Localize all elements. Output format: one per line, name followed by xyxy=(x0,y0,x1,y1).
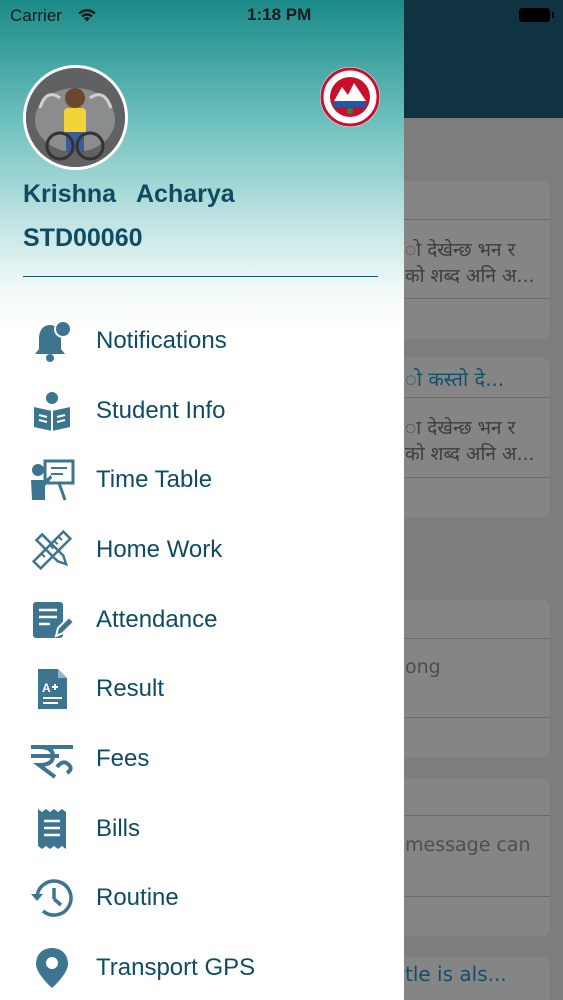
background-card-text: को शब्द अनि अ... xyxy=(405,265,535,287)
school-emblem-logo xyxy=(320,67,380,127)
user-name: Krishna Acharya xyxy=(23,180,235,208)
menu-item-fees[interactable]: Fees xyxy=(0,724,404,794)
history-clock-icon xyxy=(28,874,76,922)
background-card-text: ो देखेन्छ भन र xyxy=(405,239,516,261)
menu-item-result[interactable]: A Result xyxy=(0,654,404,724)
grade-document-icon: A xyxy=(28,665,76,713)
rupee-icon xyxy=(28,735,76,783)
menu-item-routine[interactable]: Routine xyxy=(0,864,404,934)
location-pin-icon xyxy=(28,944,76,992)
teacher-board-icon xyxy=(28,456,76,504)
background-card-text: को शब्द अनि अ... xyxy=(405,443,535,465)
menu-item-time-table[interactable]: Time Table xyxy=(0,445,404,515)
menu-item-label: Transport GPS xyxy=(96,954,256,982)
receipt-icon xyxy=(28,805,76,853)
menu-item-label: Bills xyxy=(96,814,141,842)
student-reading-icon xyxy=(28,387,76,435)
menu-item-student-info[interactable]: Student Info xyxy=(0,376,404,446)
menu-item-label: Student Info xyxy=(96,396,226,424)
background-divider xyxy=(380,896,550,897)
menu-item-label: Home Work xyxy=(96,535,223,563)
background-card-text: message can xyxy=(405,834,531,856)
menu-item-label: Routine xyxy=(96,884,179,912)
background-divider xyxy=(380,815,550,816)
background-divider xyxy=(380,219,550,220)
header-divider xyxy=(23,276,378,277)
background-divider xyxy=(380,397,550,398)
menu-item-label: Attendance xyxy=(96,605,218,633)
user-id: STD00060 xyxy=(23,224,143,252)
wifi-icon xyxy=(76,6,98,28)
menu-item-notifications[interactable]: Notifications xyxy=(0,306,404,376)
background-divider xyxy=(380,298,550,299)
battery-icon xyxy=(519,8,554,22)
background-card-title: ो कस्तो दे... xyxy=(405,367,505,391)
background-card-title: tle is als... xyxy=(405,962,507,986)
navigation-drawer: Krishna Acharya STD00060 Notifications S… xyxy=(0,0,404,1000)
avatar[interactable] xyxy=(23,65,128,170)
status-bar: Carrier 1:18 PM xyxy=(0,0,563,30)
menu-item-transport-gps[interactable]: Transport GPS xyxy=(0,933,404,1000)
background-divider xyxy=(380,477,550,478)
clock-time: 1:18 PM xyxy=(247,5,312,24)
background-divider xyxy=(380,638,550,639)
menu-item-label: Time Table xyxy=(96,466,213,494)
background-card-text: ong xyxy=(405,656,441,678)
menu-item-home-work[interactable]: Home Work xyxy=(0,515,404,585)
background-card-text: ा देखेन्छ भन र xyxy=(405,417,516,439)
menu-item-label: Notifications xyxy=(96,326,227,354)
svg-text:A: A xyxy=(42,681,51,695)
document-edit-icon xyxy=(28,596,76,644)
menu-item-label: Fees xyxy=(96,744,150,772)
menu-item-bills[interactable]: Bills xyxy=(0,794,404,864)
background-card xyxy=(380,778,550,936)
drawer-menu: Notifications Student Info Time Table Ho… xyxy=(0,306,404,1000)
carrier-label: Carrier xyxy=(10,6,62,25)
background-card xyxy=(380,600,550,758)
pencil-ruler-icon xyxy=(28,526,76,574)
menu-item-attendance[interactable]: Attendance xyxy=(0,585,404,655)
menu-item-label: Result xyxy=(96,675,165,703)
background-divider xyxy=(380,717,550,718)
bell-icon xyxy=(28,317,76,365)
